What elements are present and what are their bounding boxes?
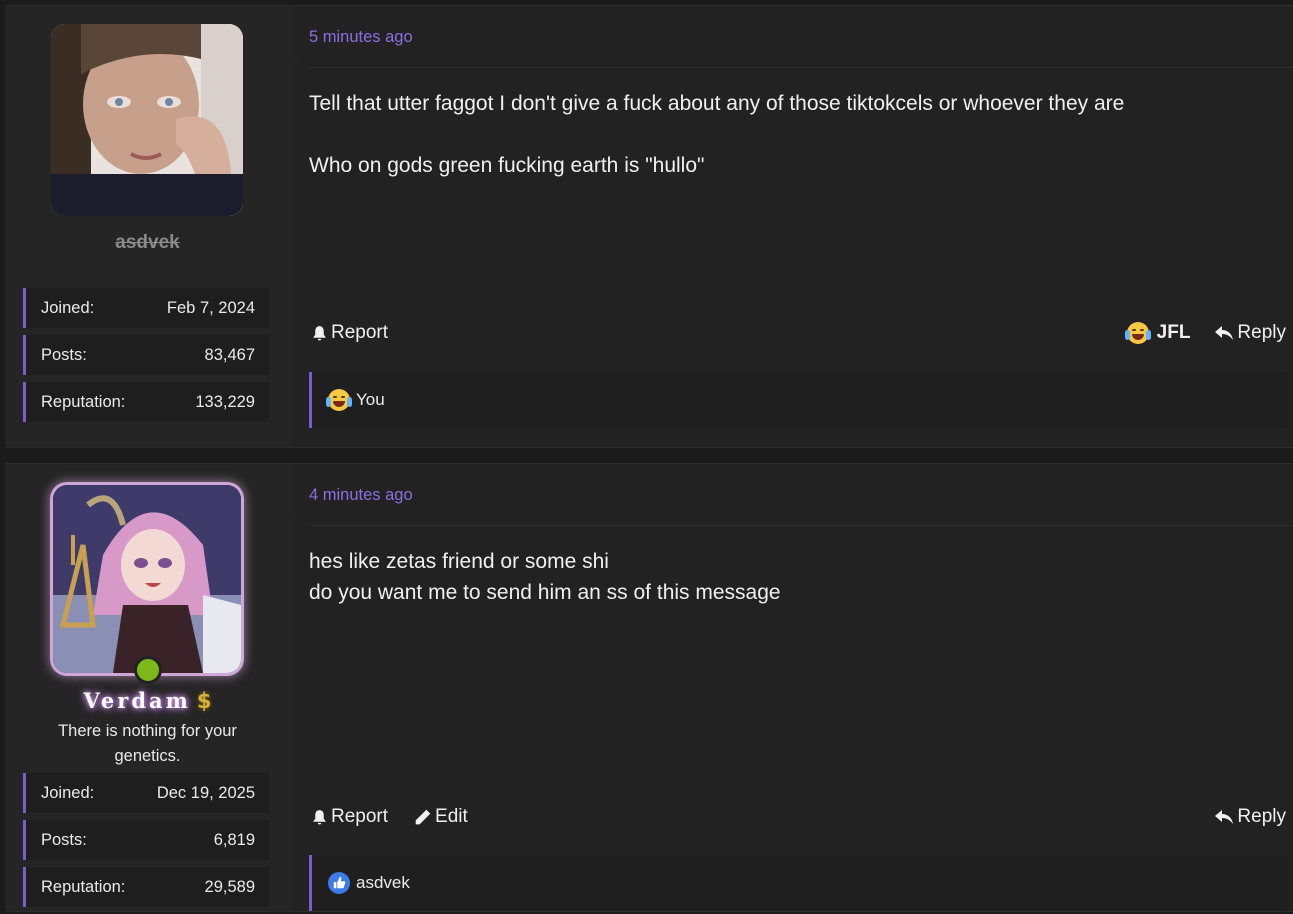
divider xyxy=(309,67,1293,68)
edit-button[interactable]: Edit xyxy=(414,806,468,828)
avatar[interactable] xyxy=(53,485,241,673)
react-button[interactable]: JFL xyxy=(1124,322,1190,344)
reaction-users[interactable]: You xyxy=(356,390,385,410)
post-actions-right: JFL Reply xyxy=(1124,322,1286,344)
reply-icon xyxy=(1215,810,1234,824)
stat-posts: Posts: 6,819 xyxy=(23,820,269,860)
user-info-panel: Verdam $ There is nothing for your geneti… xyxy=(5,464,300,914)
post-timestamp[interactable]: 5 minutes ago xyxy=(309,28,413,47)
bell-icon xyxy=(313,809,326,824)
report-button[interactable]: Report xyxy=(311,322,388,344)
stat-joined: Joined: Feb 7, 2024 xyxy=(23,288,269,328)
reply-button[interactable]: Reply xyxy=(1214,322,1286,344)
post-actions-right: Reply xyxy=(1214,806,1286,828)
post-body: Tell that utter faggot I don't give a fu… xyxy=(309,88,1273,181)
stat-label: Joined: xyxy=(41,783,95,802)
post: Verdam $ There is nothing for your geneti… xyxy=(5,463,1293,912)
report-button[interactable]: Report xyxy=(311,806,388,828)
reaction-users[interactable]: asdvek xyxy=(356,873,410,893)
stat-value: 6,819 xyxy=(213,830,255,849)
stat-joined: Joined: Dec 19, 2025 xyxy=(23,773,269,813)
bell-icon xyxy=(313,325,326,340)
stat-value: 29,589 xyxy=(204,877,255,896)
dollar-badge-icon: $ xyxy=(196,689,212,713)
post-actions-left: Report xyxy=(311,322,388,344)
username[interactable]: Verdam $ xyxy=(5,688,290,713)
stat-label: Reputation: xyxy=(41,392,126,411)
stat-value: 133,229 xyxy=(195,392,255,411)
stat-reputation: Reputation: 29,589 xyxy=(23,867,269,907)
post-line: do you want me to send him an ss of this… xyxy=(309,581,781,604)
stat-value: Feb 7, 2024 xyxy=(166,298,255,317)
avatar-image xyxy=(51,24,243,216)
crying-laughing-emoji-icon xyxy=(1124,322,1151,344)
user-stats: Joined: Dec 19, 2025 Posts: 6,819 Reputa… xyxy=(23,773,269,914)
post-line: hes like zetas friend or some shi xyxy=(309,550,609,573)
post-line: Tell that utter faggot I don't give a fu… xyxy=(309,92,1125,115)
stat-value: 83,467 xyxy=(204,345,255,364)
post-body: hes like zetas friend or some shi do you… xyxy=(309,546,1273,608)
stat-label: Posts: xyxy=(41,345,87,364)
thumbs-up-icon xyxy=(328,872,350,894)
divider xyxy=(309,525,1293,526)
post-actions-left: Report Edit xyxy=(311,806,468,828)
post: asdvek Joined: Feb 7, 2024 Posts: 83,467… xyxy=(5,5,1293,448)
stat-label: Reputation: xyxy=(41,877,126,896)
online-status-indicator xyxy=(134,656,162,684)
post-line: Who on gods green fucking earth is "hull… xyxy=(309,154,705,177)
reaction-summary[interactable]: asdvek xyxy=(309,855,1287,911)
crying-laughing-emoji-icon xyxy=(326,389,352,411)
post-content: 5 minutes ago Tell that utter faggot I d… xyxy=(291,6,1293,447)
reaction-summary[interactable]: You xyxy=(309,372,1287,428)
stat-reputation: Reputation: 133,229 xyxy=(23,382,269,422)
stat-posts: Posts: 83,467 xyxy=(23,335,269,375)
stat-label: Posts: xyxy=(41,830,87,849)
pencil-icon xyxy=(415,809,431,825)
username[interactable]: asdvek xyxy=(5,232,290,254)
user-title: There is nothing for your genetics. xyxy=(58,722,237,765)
post-content: 4 minutes ago hes like zetas friend or s… xyxy=(291,464,1293,911)
stat-value: Dec 19, 2025 xyxy=(156,783,255,802)
avatar[interactable] xyxy=(51,24,243,216)
stat-label: Joined: xyxy=(41,298,95,317)
user-stats: Joined: Feb 7, 2024 Posts: 83,467 Reputa… xyxy=(23,288,269,429)
reply-icon xyxy=(1215,326,1234,340)
reply-button[interactable]: Reply xyxy=(1214,806,1286,828)
avatar-image xyxy=(53,485,241,673)
post-timestamp[interactable]: 4 minutes ago xyxy=(309,486,413,505)
user-info-panel: asdvek Joined: Feb 7, 2024 Posts: 83,467… xyxy=(5,6,300,447)
